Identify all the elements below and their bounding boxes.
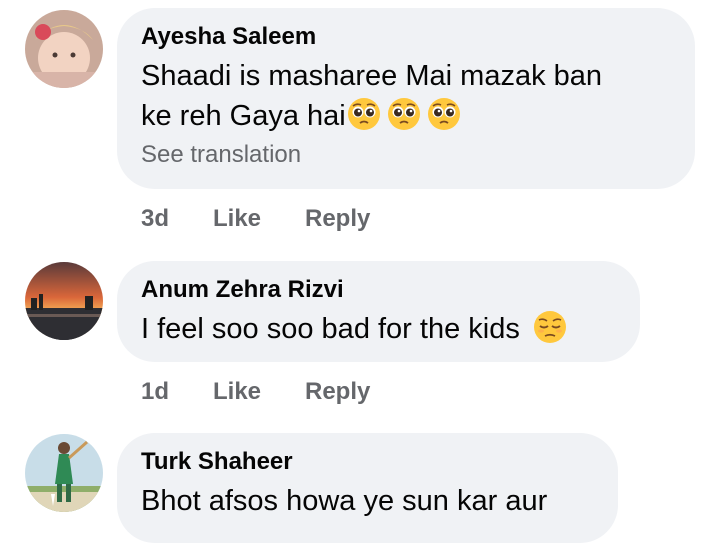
- comment-timestamp[interactable]: 1d: [141, 378, 213, 406]
- comment-author[interactable]: Anum Zehra Rizvi: [141, 275, 616, 305]
- comment-text-line-1: I feel soo soo bad for the kids: [141, 313, 528, 345]
- comment-author[interactable]: Ayesha Saleem: [141, 22, 671, 52]
- pleading-face-icon: [386, 96, 422, 132]
- comment-text-line-1: Bhot afsos howa ye sun kar aur: [141, 485, 548, 517]
- pleading-face-icon: [346, 96, 382, 132]
- comment-timestamp[interactable]: 3d: [141, 205, 213, 233]
- comment-actions: 3d Like Reply: [141, 205, 370, 233]
- comment-text-line-2: ke reh Gaya hai: [141, 100, 346, 132]
- comment-author[interactable]: Turk Shaheer: [141, 447, 594, 477]
- reply-button[interactable]: Reply: [305, 205, 370, 233]
- pleading-face-icon: [426, 96, 462, 132]
- comment-text: Bhot afsos howa ye sun kar aur: [141, 481, 594, 521]
- like-button[interactable]: Like: [213, 205, 305, 233]
- avatar[interactable]: [25, 10, 103, 88]
- comment-actions: 1d Like Reply: [141, 378, 370, 406]
- comment-bubble: Turk Shaheer Bhot afsos howa ye sun kar …: [117, 433, 618, 543]
- avatar[interactable]: [25, 262, 103, 340]
- like-button[interactable]: Like: [213, 378, 305, 406]
- comment-bubble: Anum Zehra Rizvi I feel soo soo bad for …: [117, 261, 640, 362]
- comment-text: I feel soo soo bad for the kids: [141, 309, 616, 349]
- reply-button[interactable]: Reply: [305, 378, 370, 406]
- comment-text-line-1: Shaadi is masharee Mai mazak ban: [141, 60, 603, 92]
- avatar[interactable]: [25, 434, 103, 512]
- comment-text: Shaadi is masharee Mai mazak ban ke reh …: [141, 56, 671, 136]
- see-translation-link[interactable]: See translation: [141, 140, 671, 170]
- comment-bubble: Ayesha Saleem Shaadi is masharee Mai maz…: [117, 8, 695, 189]
- pensive-face-icon: [532, 309, 568, 345]
